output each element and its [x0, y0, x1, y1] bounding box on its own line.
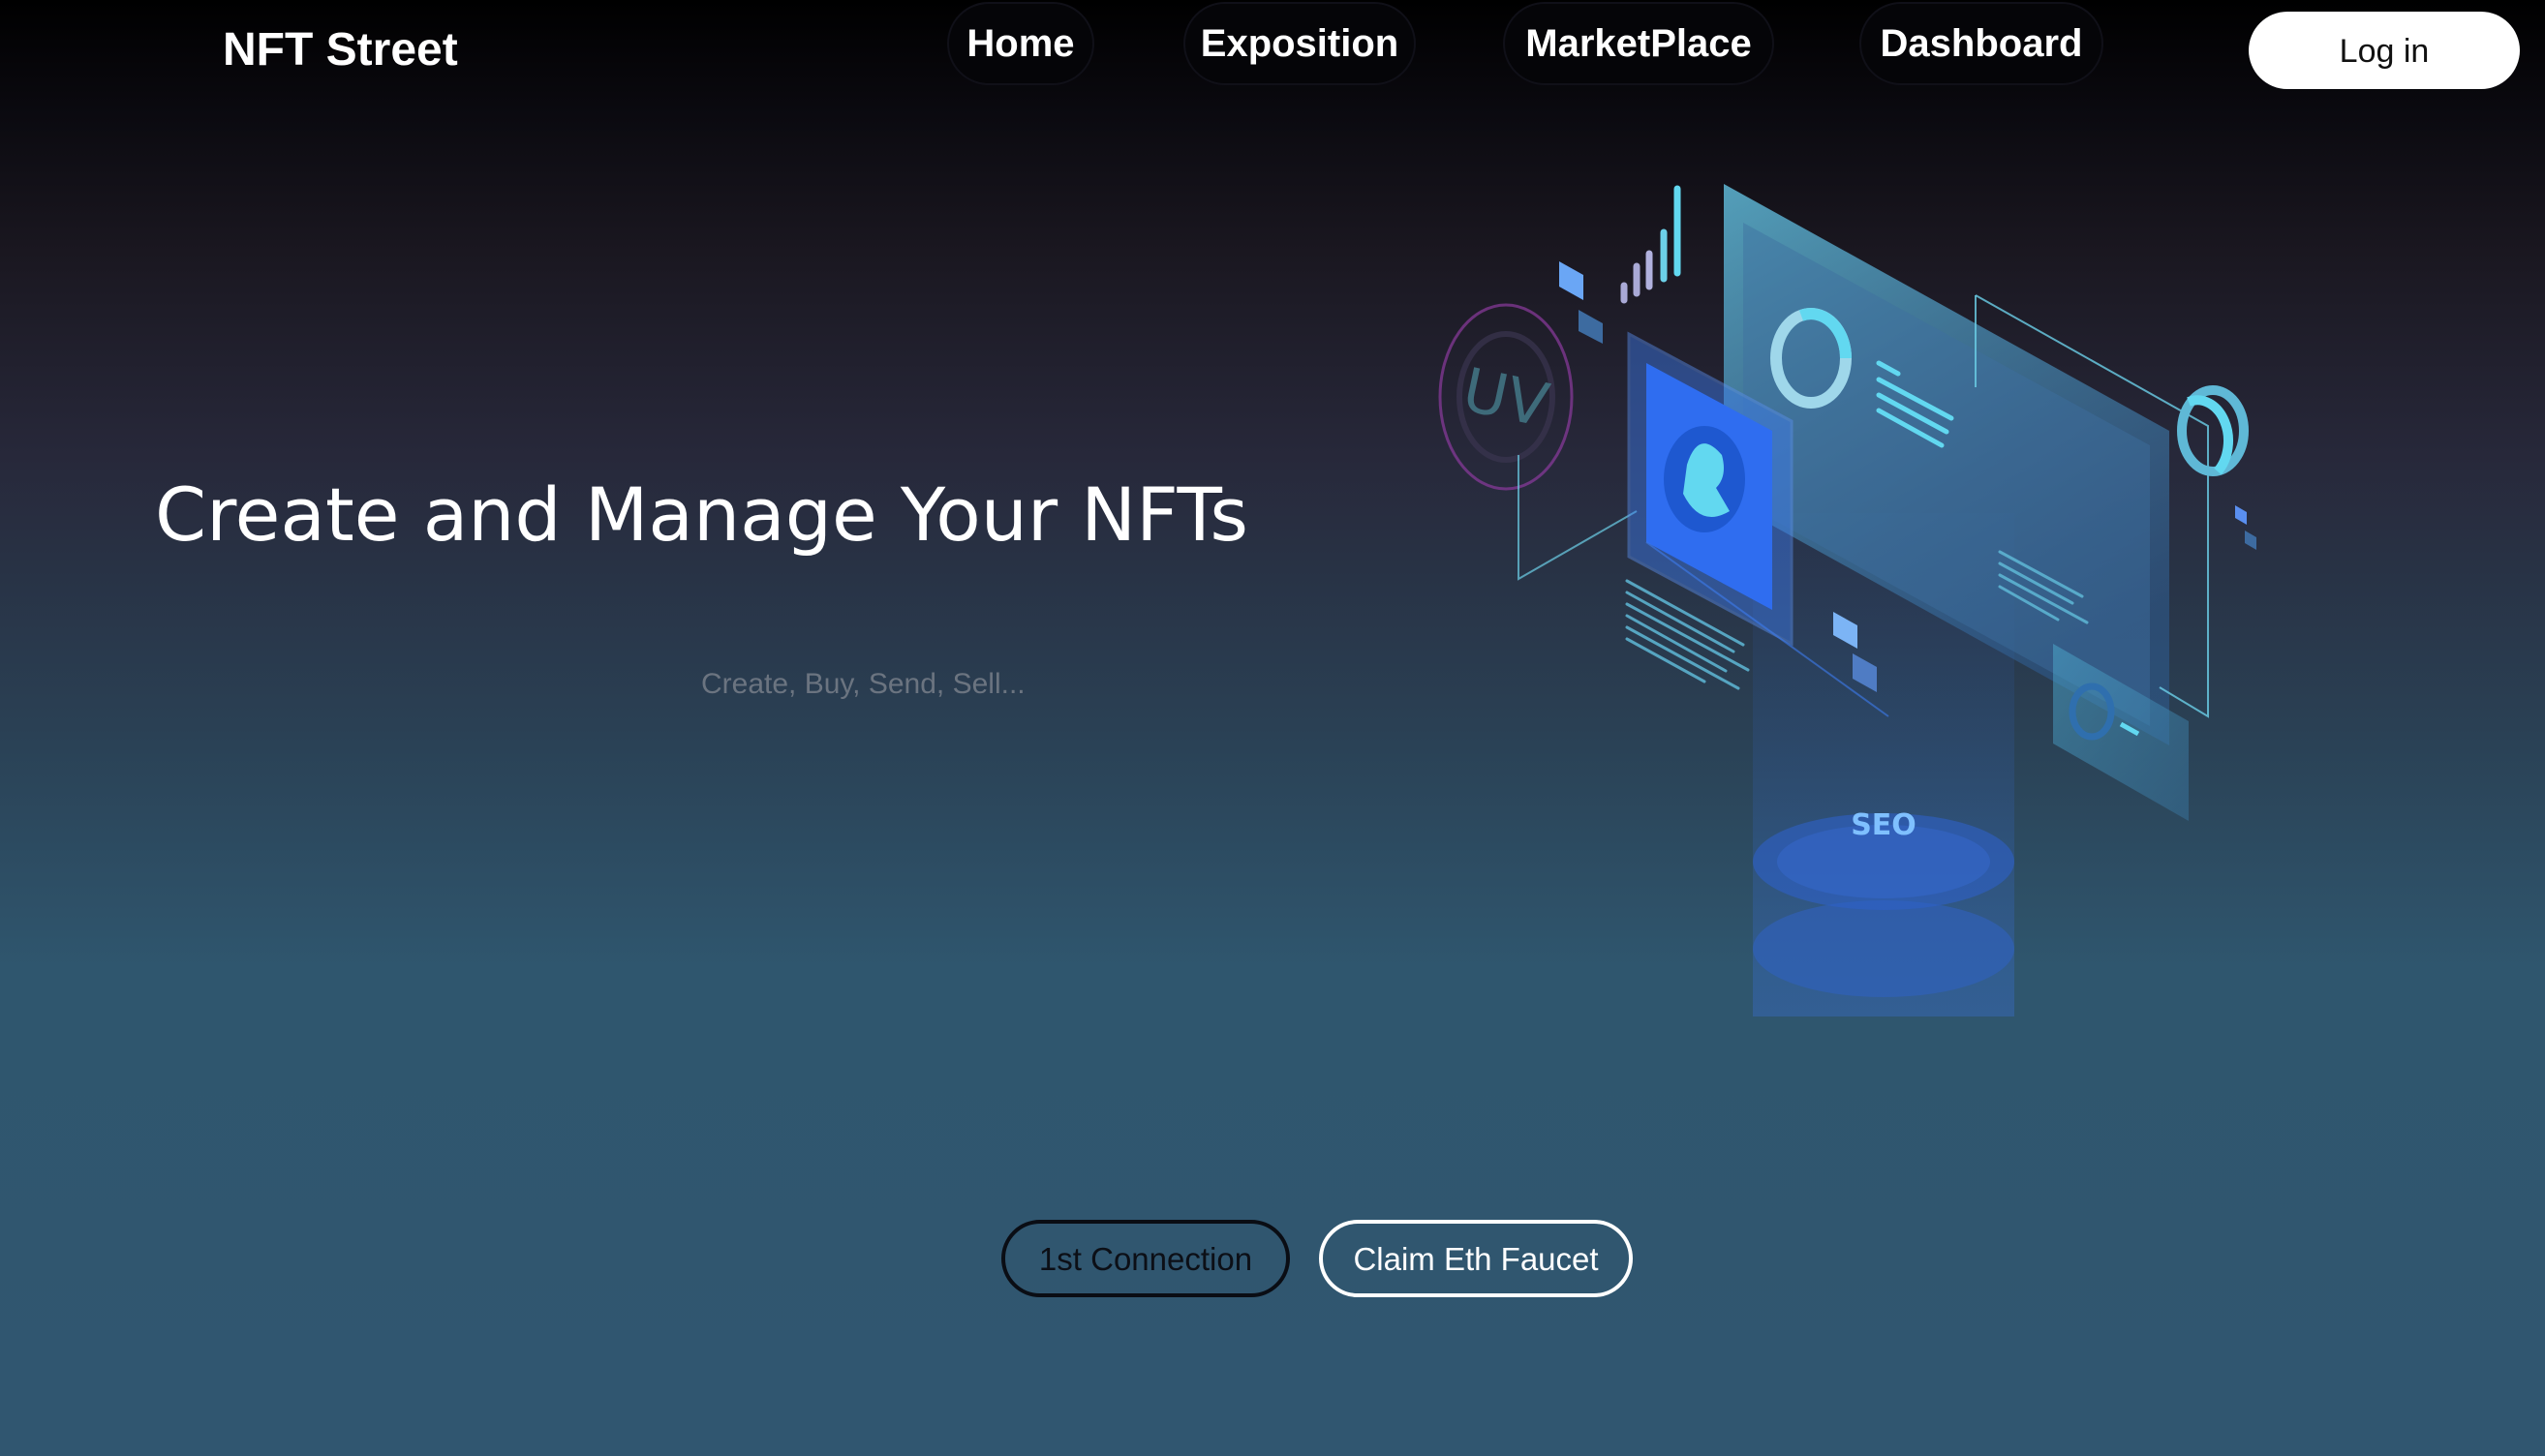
- brand-logo-text[interactable]: NFT Street: [223, 21, 458, 79]
- login-button[interactable]: Log in: [2249, 12, 2520, 89]
- nav-link-exposition[interactable]: Exposition: [1183, 2, 1416, 85]
- hero-title: Create and Manage Your NFTs: [155, 471, 1248, 558]
- svg-text:UV: UV: [1456, 354, 1554, 441]
- isometric-dashboard-illustration: SEO UV: [1438, 184, 2256, 1016]
- top-navbar: NFT Street Home Exposition MarketPlace D…: [0, 0, 2545, 106]
- claim-eth-faucet-button[interactable]: Claim Eth Faucet: [1319, 1220, 1633, 1297]
- bar-chart-icon: [1620, 185, 1681, 304]
- nav-link-dashboard[interactable]: Dashboard: [1859, 2, 2103, 85]
- hero-subtitle: Create, Buy, Send, Sell...: [701, 668, 1026, 700]
- nav-link-home[interactable]: Home: [947, 2, 1094, 85]
- nav-link-marketplace[interactable]: MarketPlace: [1503, 2, 1774, 85]
- seo-label: SEO: [1851, 808, 1916, 842]
- first-connection-button[interactable]: 1st Connection: [1001, 1220, 1290, 1297]
- uv-badge-icon: UV: [1438, 303, 1574, 491]
